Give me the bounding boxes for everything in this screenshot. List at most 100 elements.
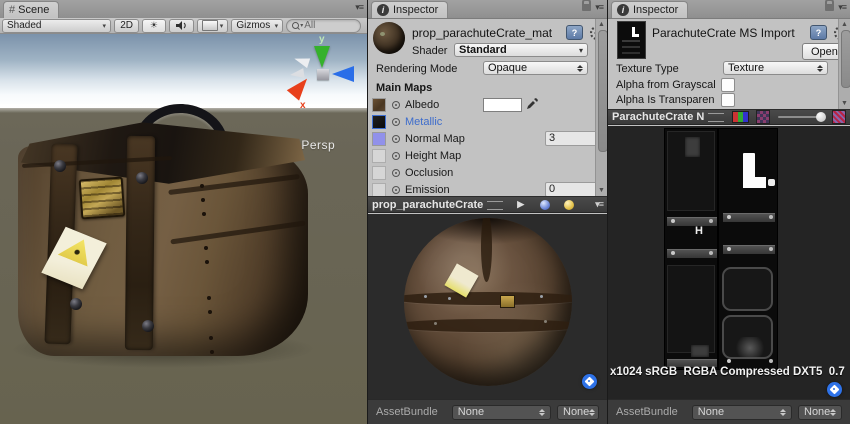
- axis-y-cone[interactable]: [314, 46, 330, 68]
- material-preview-sphere[interactable]: [404, 218, 572, 386]
- assetbundle-variant-dropdown[interactable]: None: [798, 405, 842, 420]
- scene-tab-label: Scene: [18, 4, 49, 16]
- lighting-toggle-button[interactable]: ☀: [142, 19, 165, 33]
- scrollbar-thumb[interactable]: [598, 30, 607, 152]
- preview-shape-icon[interactable]: [540, 200, 550, 210]
- assetbundle-variant-dropdown[interactable]: None: [557, 405, 599, 420]
- sphere-brass-plate: [500, 295, 515, 308]
- alpha-transparent-checkbox[interactable]: [721, 93, 735, 107]
- scene-panel: # Scene ▾≡ Shaded ▾ 2D ☀: [0, 0, 367, 424]
- texture-target-icon[interactable]: [392, 186, 400, 194]
- scroll-up-arrow[interactable]: ▲: [841, 21, 848, 28]
- slider-knob[interactable]: [816, 112, 826, 122]
- shader-dropdown[interactable]: Standard ▾: [454, 43, 588, 57]
- occlusion-thumbnail[interactable]: [372, 166, 386, 180]
- assetbundle-tag-icon[interactable]: [827, 382, 842, 397]
- map-label: Albedo: [405, 99, 439, 111]
- texture-image: H: [665, 129, 777, 369]
- albedo-thumbnail[interactable]: [372, 98, 386, 112]
- effects-dropdown-button[interactable]: ▾: [197, 19, 229, 33]
- texture-target-icon[interactable]: [392, 152, 400, 160]
- play-icon[interactable]: ▶: [517, 199, 524, 210]
- drag-handle-icon[interactable]: [487, 201, 503, 210]
- texture-target-icon[interactable]: [392, 169, 400, 177]
- assetbundle-bar: AssetBundle None None: [368, 399, 607, 424]
- tab-scene[interactable]: # Scene: [3, 1, 59, 18]
- axis-z-cone[interactable]: [332, 66, 354, 82]
- texture-asset-thumbnail: [617, 21, 646, 59]
- help-icon[interactable]: ?: [810, 25, 827, 40]
- tab-inspector[interactable]: i Inspector: [611, 1, 688, 18]
- scene-orientation-gizmo[interactable]: y x: [288, 36, 360, 118]
- scroll-up-arrow[interactable]: ▲: [598, 21, 605, 28]
- gizmos-dropdown[interactable]: Gizmos ▾: [231, 19, 283, 33]
- updown-arrows-icon: [577, 65, 583, 72]
- pane-menu-icon[interactable]: ▾≡: [355, 3, 363, 12]
- alpha-transparent-label: Alpha Is Transparen: [616, 94, 714, 106]
- assetbundle-dropdown[interactable]: None: [692, 405, 792, 420]
- help-icon[interactable]: ?: [566, 25, 583, 40]
- scene-viewport[interactable]: y x < Persp: [0, 34, 367, 424]
- lock-icon[interactable]: [825, 4, 834, 11]
- emission-thumbnail[interactable]: [372, 183, 386, 197]
- eyedropper-icon[interactable]: [526, 97, 539, 110]
- info-icon: i: [617, 4, 629, 16]
- audio-toggle-button[interactable]: [169, 19, 194, 33]
- gizmo-center-cube[interactable]: [317, 69, 329, 80]
- material-preview-ball: [373, 22, 405, 54]
- pane-menu-icon[interactable]: ▾≡: [838, 3, 846, 12]
- main-maps-header: Main Maps: [376, 82, 432, 94]
- texture-inspector-panel: i Inspector ▾≡ ParachuteCrate MS Import …: [608, 0, 850, 424]
- mip-level-slider[interactable]: [778, 116, 824, 118]
- mipmap-icon[interactable]: [756, 110, 770, 124]
- pane-menu-icon[interactable]: ▾≡: [595, 3, 603, 12]
- scene-tab-bar: # Scene ▾≡: [0, 0, 367, 19]
- rgb-channels-icon[interactable]: [732, 111, 749, 123]
- material-preview-area[interactable]: [368, 214, 607, 399]
- scroll-down-arrow[interactable]: ▼: [598, 187, 605, 194]
- unity-editor-window: # Scene ▾≡ Shaded ▾ 2D ☀: [0, 0, 850, 424]
- draw-mode-dropdown[interactable]: Shaded ▾: [2, 19, 111, 33]
- scene-search-input[interactable]: ▾ All: [286, 19, 361, 33]
- map-label: Occlusion: [405, 167, 453, 179]
- texture-type-label: Texture Type: [616, 63, 679, 75]
- texture-preview-area[interactable]: H x1024 sRGB RGBA Compressed DXT5 0.7: [608, 126, 850, 399]
- emission-value-field[interactable]: 0: [545, 182, 597, 197]
- preview-light-icon[interactable]: [564, 200, 574, 210]
- scrollbar-thumb[interactable]: [841, 30, 850, 88]
- inspector-scrollbar[interactable]: ▲ ▼: [838, 19, 850, 109]
- drag-handle-icon[interactable]: [708, 113, 724, 122]
- texture-preview-header[interactable]: ParachuteCrate N: [608, 109, 850, 125]
- axis-back-cone[interactable]: [293, 54, 310, 68]
- axis-x-label: x: [300, 100, 306, 111]
- rendering-mode-dropdown[interactable]: Opaque: [483, 61, 588, 75]
- texture-target-icon[interactable]: [392, 101, 400, 109]
- parachute-crate-model[interactable]: [18, 120, 308, 356]
- inspector-scrollbar[interactable]: ▲ ▼: [595, 19, 607, 196]
- chevron-down-icon: ▾: [220, 22, 224, 30]
- lock-icon[interactable]: [582, 4, 591, 11]
- scroll-down-arrow[interactable]: ▼: [841, 100, 848, 107]
- assetbundle-dropdown[interactable]: None: [452, 405, 551, 420]
- normal-map-thumbnail[interactable]: [372, 132, 386, 146]
- texture-target-icon[interactable]: [392, 135, 400, 143]
- crate-brass-plate: [79, 177, 126, 220]
- albedo-color-swatch[interactable]: [483, 98, 522, 112]
- assetbundle-tag-icon[interactable]: [582, 374, 597, 389]
- assetbundle-label: AssetBundle: [376, 406, 438, 418]
- normal-map-value-field[interactable]: 3: [545, 131, 597, 146]
- map-label: Emission: [405, 184, 450, 196]
- map-row-normal: Normal Map 3: [368, 130, 594, 147]
- 2d-toggle-button[interactable]: 2D: [114, 19, 139, 33]
- texture-info-line: x1024 sRGB RGBA Compressed DXT5 0.7: [610, 366, 848, 378]
- metallic-thumbnail[interactable]: [372, 115, 386, 129]
- height-map-thumbnail[interactable]: [372, 149, 386, 163]
- material-preview-header[interactable]: prop_parachuteCrate ▶ ▾≡: [368, 196, 607, 213]
- texture-type-dropdown[interactable]: Texture: [723, 61, 828, 75]
- alpha-checker-icon[interactable]: [832, 110, 846, 124]
- alpha-grayscale-checkbox[interactable]: [721, 78, 735, 92]
- texture-target-icon[interactable]: [392, 118, 400, 126]
- tab-inspector[interactable]: i Inspector: [371, 1, 448, 18]
- search-scope-label: All: [304, 20, 315, 31]
- pane-menu-icon[interactable]: ▾≡: [595, 200, 603, 209]
